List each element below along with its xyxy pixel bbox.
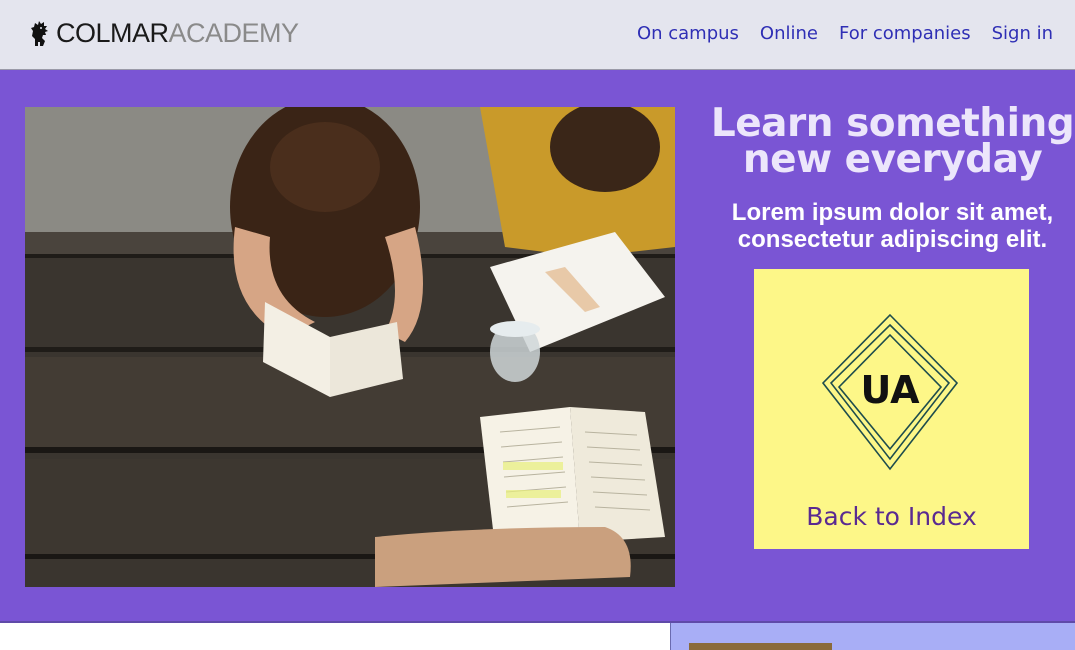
hero-section: Learn something new everyday Lorem ipsum… — [0, 70, 1075, 623]
hero-headline-line-2: new everyday — [742, 137, 1043, 182]
hero-subtitle: Lorem ipsum dolor sit amet, consectetur … — [731, 199, 1054, 253]
students-studying-image — [25, 107, 675, 587]
nav-link-sign-in[interactable]: Sign in — [992, 20, 1053, 48]
site-header: COLMARACADEMY On campus Online For compa… — [0, 0, 1075, 70]
next-section-thumbnail — [689, 643, 832, 650]
nav-link-online[interactable]: Online — [760, 20, 818, 48]
lion-logo-icon — [31, 21, 48, 46]
brand-name-secondary: ACADEMY — [168, 18, 300, 48]
brand-name-primary: COLMAR — [56, 18, 169, 48]
back-to-index-card[interactable]: UA Back to Index — [754, 269, 1029, 549]
back-to-index-link[interactable]: Back to Index — [754, 502, 1029, 531]
ua-logo-icon: UA — [821, 313, 959, 471]
brand-logo[interactable]: COLMARACADEMY — [29, 18, 299, 48]
hero-photo — [25, 107, 675, 587]
nav-link-on-campus[interactable]: On campus — [637, 20, 739, 48]
hero-headline: Learn something new everyday — [690, 104, 1075, 182]
ua-logo-text: UA — [860, 368, 920, 412]
main-nav: On campus Online For companies Sign in — [616, 20, 1053, 48]
nav-link-for-companies[interactable]: For companies — [839, 20, 971, 48]
brand-name: COLMARACADEMY — [56, 18, 299, 48]
